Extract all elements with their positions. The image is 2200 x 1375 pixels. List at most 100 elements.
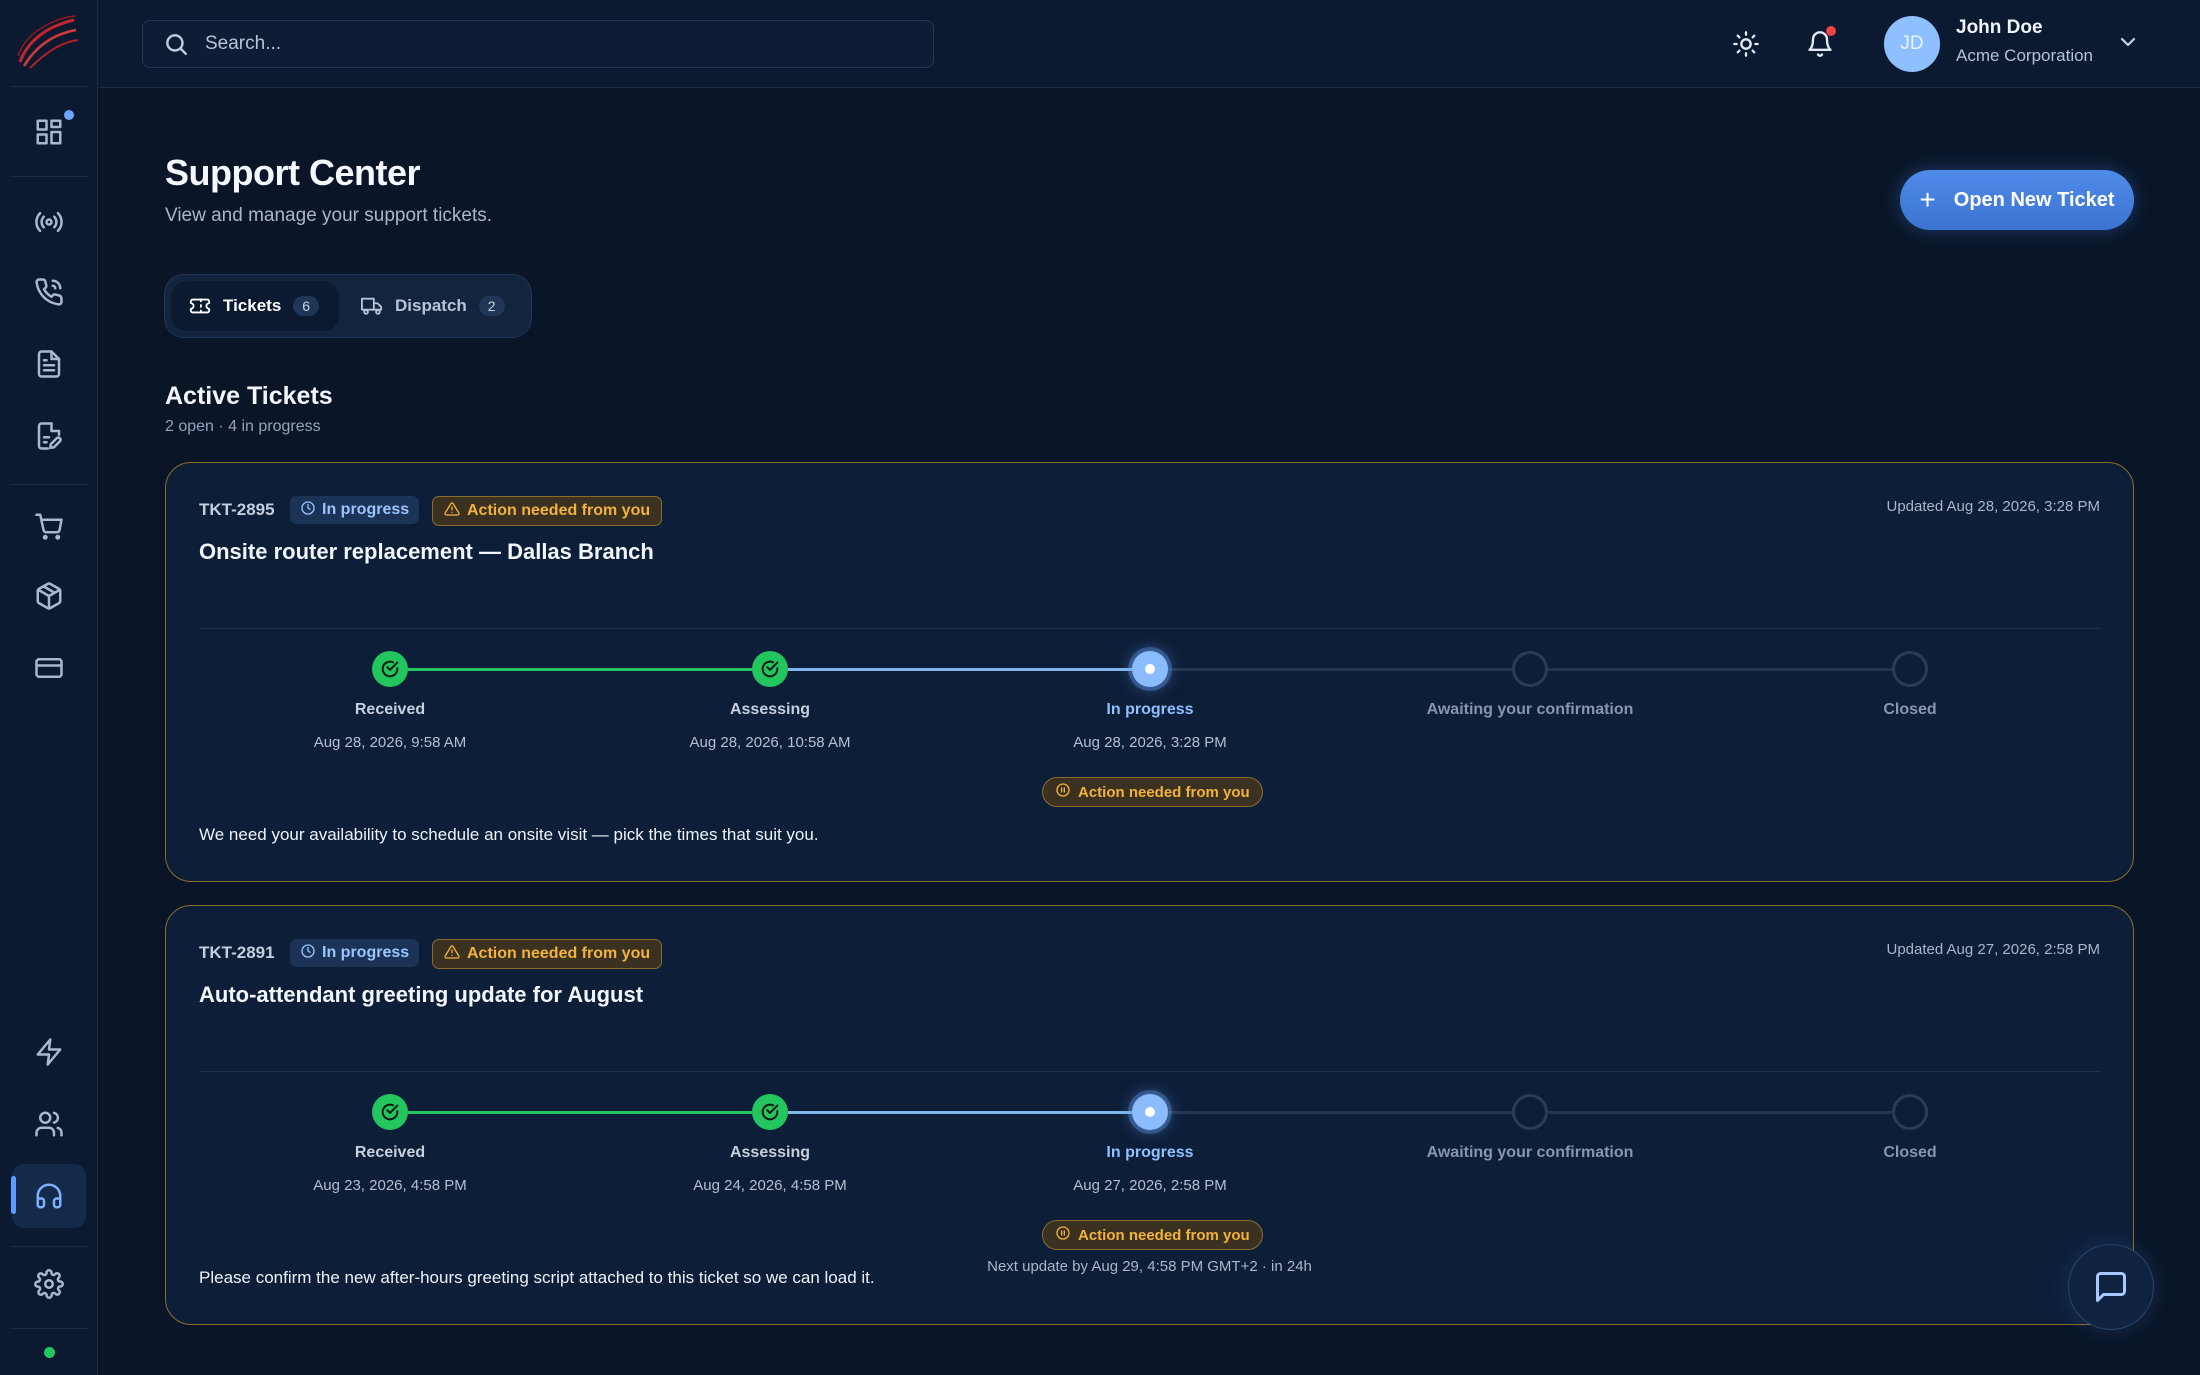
pause-icon: [1055, 1225, 1071, 1245]
broadcast-icon: [35, 211, 63, 233]
warning-icon: [444, 944, 460, 965]
sidebar-item-documents[interactable]: [12, 332, 86, 396]
check-circle-icon: [379, 1101, 401, 1123]
notification-dot: [64, 110, 74, 120]
ticket-divider: [199, 1071, 2100, 1072]
user-name[interactable]: John Doe: [1956, 17, 2043, 39]
chat-button[interactable]: [2068, 1244, 2154, 1330]
section-title: Active Tickets: [165, 382, 333, 410]
progress-step-label: Received: [354, 701, 426, 718]
search-box[interactable]: [142, 20, 934, 68]
tab-dispatch[interactable]: Dispatch 2: [343, 281, 523, 331]
ticket-description: Please confirm the new after-hours greet…: [199, 1268, 875, 1287]
users-icon: [35, 1111, 63, 1137]
theme-toggle-button[interactable]: [1728, 26, 1764, 62]
ticket-description: We need your availability to schedule an…: [199, 825, 819, 844]
notification-badge: [1826, 26, 1836, 36]
action-needed-pill[interactable]: Action needed from you: [1042, 1220, 1263, 1250]
tab-tickets[interactable]: Tickets 6: [171, 281, 339, 331]
clock-icon: [300, 943, 316, 964]
sidebar-item-network[interactable]: [12, 190, 86, 254]
progress-track-segment: [1168, 1111, 1512, 1114]
progress-step-node: [1512, 1094, 1548, 1130]
check-circle-icon: [379, 658, 401, 680]
tab-dispatch-label: Dispatch: [395, 296, 467, 315]
action-needed-badge: Action needed from you: [432, 939, 663, 969]
sidebar-item-requests[interactable]: [12, 404, 86, 468]
notifications-button[interactable]: [1802, 26, 1838, 62]
sidebar-divider: [10, 1328, 88, 1329]
clock-icon: [300, 500, 316, 521]
plus-icon: +: [1919, 184, 1936, 215]
sidebar-item-automations[interactable]: [12, 1020, 86, 1084]
search-icon: [166, 34, 187, 55]
ticket-title[interactable]: Auto-attendant greeting update for Augus…: [199, 982, 643, 1008]
page-title: Support Center: [165, 152, 421, 193]
progress-step-node: [752, 1094, 788, 1130]
check-circle-icon: [759, 1101, 781, 1123]
chevron-down-icon: [2120, 37, 2136, 47]
progress-step-label: Closed: [1883, 701, 1937, 718]
progress-step-node: [372, 1094, 408, 1130]
progress-track-segment: [408, 1111, 752, 1114]
tab-tickets-count: 6: [293, 296, 320, 316]
open-new-ticket-label: Open New Ticket: [1953, 188, 2115, 211]
ticket-updated-time: Updated Aug 27, 2026, 2:58 PM: [1886, 941, 2101, 958]
sidebar-divider: [10, 1246, 88, 1247]
company-logo[interactable]: [14, 12, 82, 72]
status-badge: In progress: [290, 496, 420, 524]
sidebar-item-dashboard[interactable]: [12, 100, 86, 164]
sidebar-item-support[interactable]: [12, 1164, 86, 1228]
pause-icon: [1055, 782, 1071, 802]
lightning-icon: [36, 1038, 62, 1066]
action-needed-pill-label: Action needed from you: [1078, 783, 1250, 801]
sidebar-item-products[interactable]: [12, 564, 86, 628]
action-needed-pill[interactable]: Action needed from you: [1042, 777, 1263, 807]
progress-track-segment: [788, 668, 1132, 671]
grid-icon: [36, 119, 62, 145]
chat-icon: [2096, 1272, 2126, 1302]
tab-dispatch-count: 2: [478, 296, 505, 316]
progress-step-node: [752, 651, 788, 687]
progress-step-node: [1132, 651, 1168, 687]
progress-step-date: Aug 28, 2026, 10:58 AM: [689, 734, 851, 751]
progress-track-segment: [408, 668, 752, 671]
check-circle-icon: [759, 658, 781, 680]
sidebar-item-settings[interactable]: [12, 1252, 86, 1316]
progress-track-segment: [1548, 1111, 1892, 1114]
progress-step-date: Aug 28, 2026, 9:58 AM: [313, 734, 467, 751]
status-badge: In progress: [290, 939, 420, 967]
ticket-id: TKT-2895: [199, 500, 275, 519]
sidebar-item-billing[interactable]: [12, 636, 86, 700]
open-new-ticket-button[interactable]: + Open New Ticket: [1900, 170, 2134, 230]
box-icon: [36, 582, 62, 610]
support-tabs: Tickets 6 Dispatch 2: [164, 274, 532, 338]
sidebar-item-voice[interactable]: [12, 260, 86, 324]
ticket-card[interactable]: TKT-2895 In progress Action needed from yo…: [165, 462, 2134, 882]
ticket-updated-time: Updated Aug 28, 2026, 3:28 PM: [1886, 498, 2101, 515]
search-input[interactable]: [205, 33, 905, 55]
sidebar-item-users[interactable]: [12, 1092, 86, 1156]
progress-step-node: [1132, 1094, 1168, 1130]
sidebar-divider: [10, 484, 88, 485]
sun-icon: [1733, 31, 1759, 57]
user-organization: Acme Corporation: [1956, 46, 2094, 65]
user-menu-toggle[interactable]: [2116, 30, 2140, 54]
progress-track-segment: [1548, 668, 1892, 671]
progress-step-date: Aug 23, 2026, 4:58 PM: [313, 1177, 467, 1194]
avatar[interactable]: JD: [1884, 16, 1940, 72]
progress-step-node: [1892, 1094, 1928, 1130]
progress-step-label: Assessing: [729, 1144, 811, 1161]
active-indicator: [11, 1176, 16, 1214]
progress-track-segment: [1168, 668, 1512, 671]
action-needed-label: Action needed from you: [467, 502, 651, 519]
sidebar-divider: [10, 176, 88, 177]
edit-document-icon: [37, 422, 62, 450]
status-badge-label: In progress: [322, 501, 410, 518]
action-needed-badge: Action needed from you: [432, 496, 663, 526]
sidebar-item-orders[interactable]: [12, 494, 86, 558]
ticket-card[interactable]: TKT-2891 In progress Action needed from yo…: [165, 905, 2134, 1325]
ticket-title[interactable]: Onsite router replacement — Dallas Branc…: [199, 539, 654, 565]
online-status-dot: [44, 1347, 55, 1358]
cart-icon: [35, 513, 63, 540]
